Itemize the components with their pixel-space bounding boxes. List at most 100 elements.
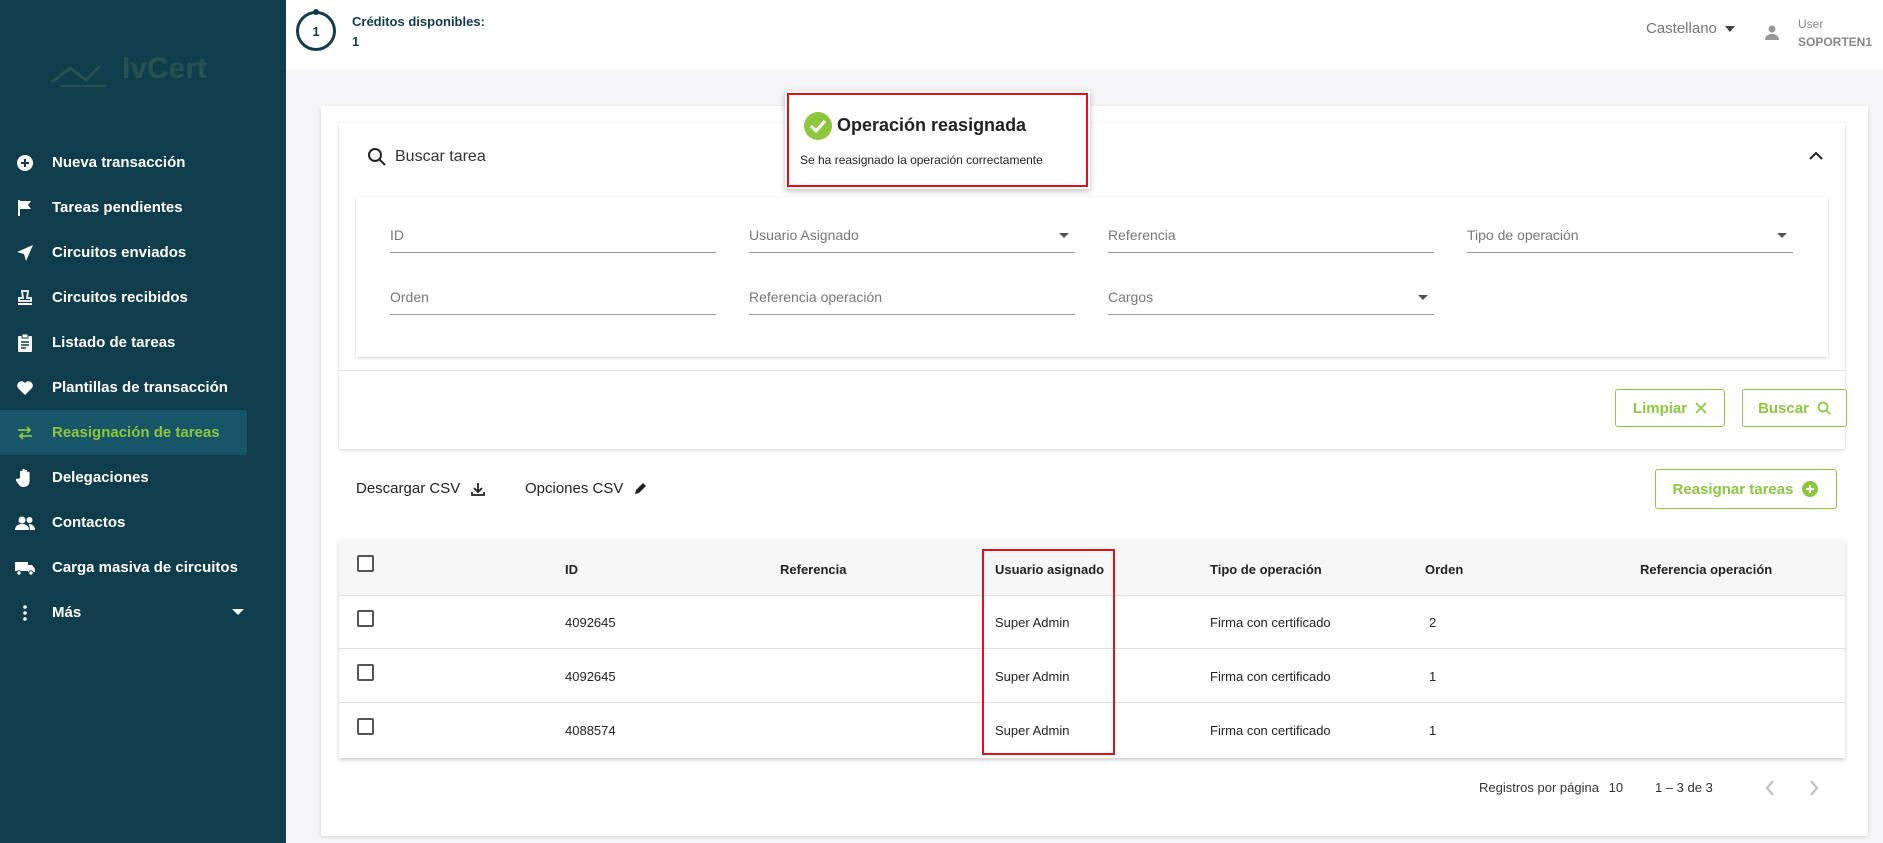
send-icon — [14, 242, 36, 264]
reassign-tasks-label: Reasignar tareas — [1672, 480, 1794, 498]
filters-box: ID Usuario Asignado Referencia Tipo de o… — [356, 197, 1828, 357]
success-toast: Operación reasignada Se ha reasignado la… — [785, 91, 1090, 189]
cargos-select[interactable]: Cargos — [1108, 285, 1434, 315]
id-field[interactable]: ID — [390, 223, 716, 253]
chevron-down-icon — [1059, 233, 1069, 238]
sidebar-item-mas[interactable]: Más — [0, 590, 286, 635]
orden-field[interactable]: Orden — [390, 285, 716, 315]
search-icon — [1817, 401, 1831, 415]
clipboard-icon — [14, 332, 36, 354]
close-icon — [1695, 402, 1707, 414]
tipo-operacion-select[interactable]: Tipo de operación — [1467, 223, 1793, 253]
sidebar-item-label: Nueva transacción — [52, 154, 186, 171]
pagination-range: 1 – 3 de 3 — [1655, 780, 1713, 795]
cell-orden: 1 — [1429, 669, 1437, 684]
heart-icon — [14, 377, 36, 399]
download-csv-label: Descargar CSV — [356, 480, 461, 497]
referencia-field-label: Referencia — [1108, 227, 1176, 243]
sidebar-item-label: Reasignación de tareas — [52, 424, 220, 441]
cell-tipo: Firma con certificado — [1210, 723, 1331, 738]
chevron-down-icon — [1418, 295, 1428, 300]
credits-label: Créditos disponibles: — [352, 14, 485, 29]
row-checkbox[interactable] — [357, 718, 374, 735]
table-row[interactable]: 4092645 Super Admin Firma con certificad… — [339, 596, 1845, 649]
referencia-field[interactable]: Referencia — [1108, 223, 1434, 253]
id-field-label: ID — [390, 227, 404, 243]
tipo-operacion-label: Tipo de operación — [1467, 227, 1579, 243]
toast-title: Operación reasignada — [837, 115, 1027, 135]
cell-orden: 1 — [1429, 723, 1437, 738]
cell-id: 4088574 — [565, 723, 616, 738]
check-circle-icon — [803, 111, 833, 146]
language-selector[interactable]: Castellano — [1646, 20, 1735, 37]
divider — [339, 370, 1845, 371]
column-header-usuario[interactable]: Usuario asignado — [995, 562, 1104, 577]
sidebar-item-label: Circuitos enviados — [52, 244, 187, 261]
main-card: Buscar tarea ID Usuario Asignado Referen… — [321, 106, 1868, 836]
credits-indicator-dot — [313, 9, 319, 15]
stamp-icon — [14, 287, 36, 309]
sidebar-item-tareas-pendientes[interactable]: Tareas pendientes — [0, 185, 286, 230]
search-panel-header[interactable]: Buscar tarea — [367, 147, 486, 167]
sidebar-item-label: Circuitos recibidos — [52, 289, 188, 306]
sidebar-item-circuitos-recibidos[interactable]: Circuitos recibidos — [0, 275, 286, 320]
download-csv-button[interactable]: Descargar CSV — [356, 480, 486, 497]
sidebar-item-nueva-transaccion[interactable]: Nueva transacción — [0, 140, 286, 185]
csv-options-label: Opciones CSV — [525, 480, 624, 497]
column-header-orden[interactable]: Orden — [1425, 562, 1463, 577]
chevron-right-icon[interactable] — [1809, 780, 1819, 801]
tasks-table: ID Referencia Usuario asignado Tipo de o… — [339, 540, 1845, 758]
column-header-referencia[interactable]: Referencia — [780, 562, 846, 577]
column-header-referencia-operacion[interactable]: Referencia operación — [1640, 562, 1772, 577]
csv-options-button[interactable]: Opciones CSV — [525, 480, 648, 497]
user-icon[interactable] — [1764, 24, 1780, 45]
sidebar-item-contactos[interactable]: Contactos — [0, 500, 286, 545]
select-all-checkbox[interactable] — [357, 555, 374, 572]
swap-icon — [14, 422, 36, 444]
sidebar-item-plantillas[interactable]: Plantillas de transacción — [0, 365, 286, 410]
table-header: ID Referencia Usuario asignado Tipo de o… — [339, 540, 1845, 596]
sidebar-item-label: Plantillas de transacción — [52, 379, 228, 396]
sidebar-item-label: Listado de tareas — [52, 334, 176, 351]
table-row[interactable]: 4092645 Super Admin Firma con certificad… — [339, 650, 1845, 703]
search-panel: Buscar tarea ID Usuario Asignado Referen… — [339, 123, 1847, 449]
rows-per-page-value[interactable]: 10 — [1609, 780, 1623, 795]
usuario-asignado-select[interactable]: Usuario Asignado — [749, 223, 1075, 253]
top-bar: 1 Créditos disponibles: 1 Castellano Use… — [286, 0, 1883, 70]
chevron-up-icon[interactable] — [1809, 148, 1823, 166]
cell-usuario: Super Admin — [995, 669, 1070, 684]
more-vertical-icon — [14, 602, 36, 624]
sidebar-item-delegaciones[interactable]: Delegaciones — [0, 455, 286, 500]
chevron-down-icon — [1777, 233, 1787, 238]
rows-per-page: Registros por página 10 — [1479, 780, 1623, 795]
search-button[interactable]: Buscar — [1742, 389, 1847, 427]
chevron-left-icon[interactable] — [1765, 780, 1775, 801]
clear-button[interactable]: Limpiar — [1615, 389, 1725, 427]
cell-id: 4092645 — [565, 615, 616, 630]
row-checkbox[interactable] — [357, 664, 374, 681]
app-logo: IvCert — [50, 52, 225, 98]
column-header-tipo[interactable]: Tipo de operación — [1210, 562, 1322, 577]
truck-icon — [14, 557, 36, 579]
reassign-tasks-button[interactable]: Reasignar tareas — [1655, 469, 1837, 509]
credits-count: 1 — [312, 23, 320, 39]
sidebar-item-label: Más — [52, 604, 82, 621]
referencia-operacion-field[interactable]: Referencia operación — [749, 285, 1075, 315]
user-name[interactable]: SOPORTEN1 — [1798, 35, 1872, 49]
sidebar-item-carga-masiva[interactable]: Carga masiva de circuitos — [0, 545, 286, 590]
user-label: User — [1798, 17, 1824, 31]
cell-usuario: Super Admin — [995, 615, 1070, 630]
cargos-label: Cargos — [1108, 289, 1154, 305]
sidebar-item-listado-tareas[interactable]: Listado de tareas — [0, 320, 286, 365]
clear-button-label: Limpiar — [1632, 399, 1688, 417]
rows-per-page-label: Registros por página — [1479, 780, 1599, 795]
table-row[interactable]: 4088574 Super Admin Firma con certificad… — [339, 704, 1845, 757]
column-header-id[interactable]: ID — [565, 562, 578, 577]
plus-circle-icon — [14, 152, 36, 174]
sidebar-nav: Nueva transacción Tareas pendientes Circ… — [0, 140, 286, 635]
sidebar-item-reasignacion[interactable]: Reasignación de tareas — [0, 410, 247, 455]
sidebar: IvCert Nueva transacción Tareas pendient… — [0, 0, 286, 843]
search-icon — [368, 148, 386, 166]
row-checkbox[interactable] — [357, 610, 374, 627]
sidebar-item-circuitos-enviados[interactable]: Circuitos enviados — [0, 230, 286, 275]
